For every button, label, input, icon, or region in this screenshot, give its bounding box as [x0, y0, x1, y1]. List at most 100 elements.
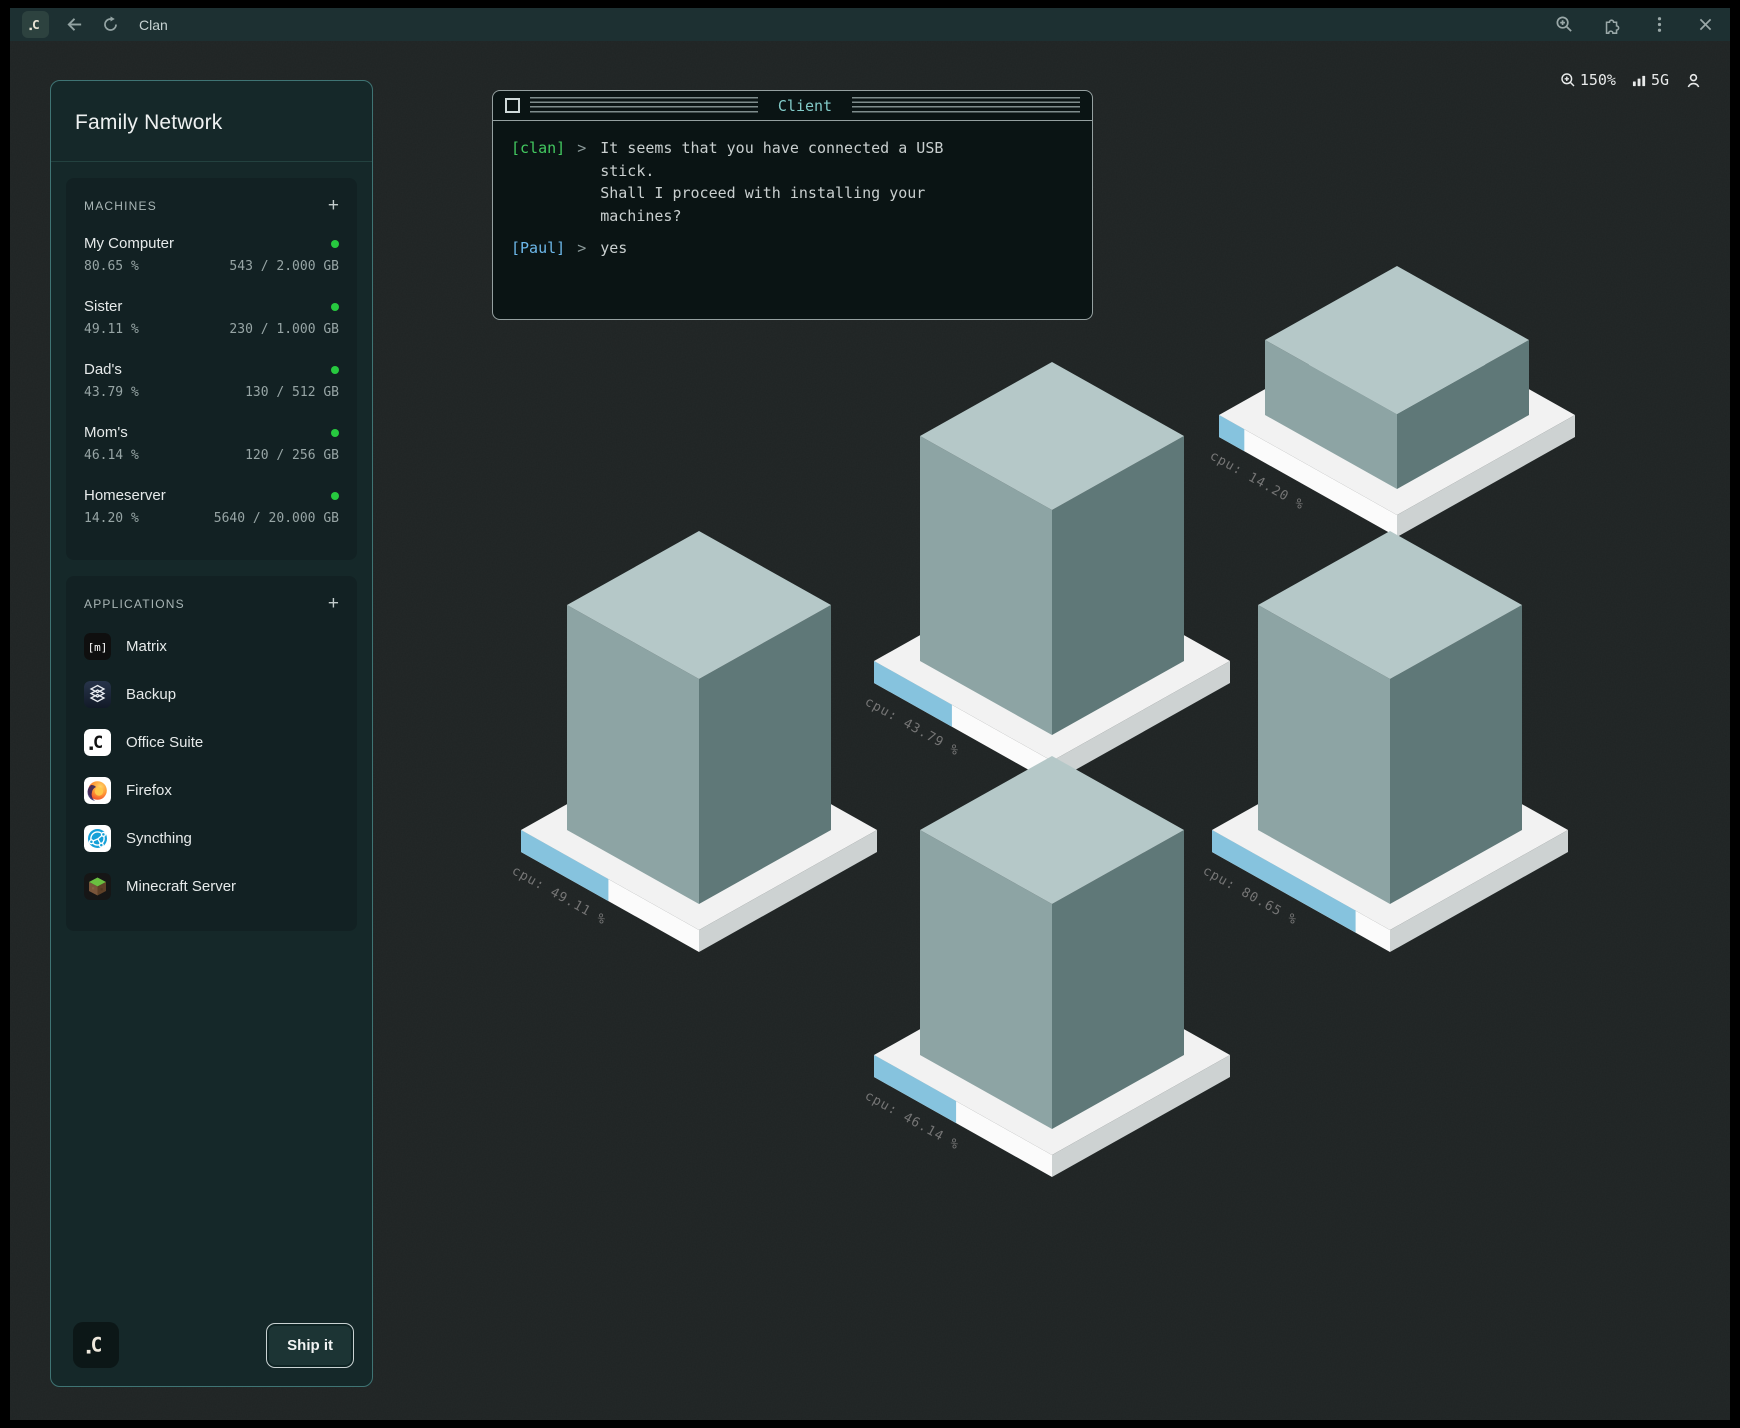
machine-storage: 543 / 2.000 GB [229, 259, 339, 274]
syncthing-icon [84, 825, 111, 852]
machine-status-dot [331, 240, 339, 248]
svg-text:C: C [91, 1334, 103, 1357]
machine-cpu-percent: 14.20 % [84, 511, 139, 526]
terminal-message: [clan] > It seems that you have connecte… [511, 137, 1074, 227]
application-name: Syncthing [126, 830, 192, 847]
application-matrix[interactable]: [m] Matrix [84, 633, 339, 660]
applications-header: APPLICATIONS [84, 597, 185, 611]
machines-header: MACHINES [84, 199, 157, 213]
browser-window: C Clan [10, 8, 1730, 1420]
application-minecraft-server[interactable]: Minecraft Server [84, 873, 339, 900]
application-name: Matrix [126, 638, 167, 655]
machine-cube-my-computer[interactable]: cpu: 80.65 % [1210, 521, 1570, 981]
person-icon [1685, 72, 1702, 89]
family-network-panel: Family Network MACHINES + My Computer 80… [50, 80, 373, 1387]
app-canvas: 150% 5G cpu: 14.20 %cpu: 43.79 %cpu: 49.… [10, 41, 1730, 1420]
titlebar-lines-left [530, 97, 758, 114]
application-name: Office Suite [126, 734, 203, 751]
machine-cpu-percent: 43.79 % [84, 385, 139, 400]
machine-storage: 230 / 1.000 GB [229, 322, 339, 337]
machine-cpu-percent: 46.14 % [84, 448, 139, 463]
firefox-icon [84, 777, 111, 804]
menu-kebab-icon[interactable] [1650, 15, 1669, 34]
syncthing-icon [84, 825, 111, 852]
zoom-in-icon[interactable] [1555, 15, 1574, 34]
application-name: Backup [126, 686, 176, 703]
office-suite-icon: C [84, 729, 111, 756]
matrix-icon: [m] [84, 633, 111, 660]
terminal-title: Client [768, 97, 842, 115]
application-name: Minecraft Server [126, 878, 236, 895]
machine-list-item-moms[interactable]: Mom's 46.14 % 120 / 256 GB [84, 424, 339, 463]
clan-logo-button[interactable]: C [22, 11, 49, 38]
message-text: It seems that you have connected a USBst… [600, 137, 943, 227]
application-syncthing[interactable]: Syncthing [84, 825, 339, 852]
terminal-checkbox-icon[interactable] [505, 98, 520, 113]
machine-storage: 5640 / 20.000 GB [214, 511, 339, 526]
machine-name: Sister [84, 298, 122, 315]
minecraft-icon [84, 873, 111, 900]
add-application-button[interactable]: + [328, 594, 339, 613]
backup-icon [84, 681, 111, 708]
machine-cpu-percent: 80.65 % [84, 259, 139, 274]
machine-status-dot [331, 303, 339, 311]
titlebar-lines-right [852, 97, 1080, 114]
extensions-puzzle-icon[interactable] [1602, 15, 1622, 35]
terminal-message: [Paul] > yes [511, 237, 1074, 260]
machines-card: MACHINES + My Computer 80.65 % 543 / 2.0… [66, 178, 357, 560]
client-terminal-window: Client [clan] > It seems that you have c… [492, 90, 1093, 320]
machine-cpu-percent: 49.11 % [84, 322, 139, 337]
machine-cube-moms[interactable]: cpu: 46.14 % [872, 746, 1232, 1206]
ship-it-button[interactable]: Ship it [266, 1323, 354, 1368]
application-name: Firefox [126, 782, 172, 799]
machine-cube-homeserver[interactable]: cpu: 14.20 % [1217, 256, 1577, 566]
machine-status-dot [331, 492, 339, 500]
machine-name: Dad's [84, 361, 122, 378]
panel-title: Family Network [51, 81, 372, 161]
minecraft-icon [84, 873, 111, 900]
message-prompt: > [565, 137, 600, 227]
machine-name: Mom's [84, 424, 128, 441]
svg-text:C: C [93, 733, 103, 753]
backup-icon [84, 681, 111, 708]
application-office-suite[interactable]: C Office Suite [84, 729, 339, 756]
signal-bars-icon [1632, 73, 1647, 88]
office-suite-icon: C [84, 729, 111, 756]
status-hud: 150% 5G [1560, 71, 1702, 89]
svg-text:[m]: [m] [88, 641, 108, 654]
zoom-level: 150% [1580, 71, 1616, 89]
machine-list: My Computer 80.65 % 543 / 2.000 GB Siste… [84, 235, 339, 526]
machine-storage: 120 / 256 GB [245, 448, 339, 463]
machine-storage: 130 / 512 GB [245, 385, 339, 400]
machine-status-dot [331, 429, 339, 437]
application-firefox[interactable]: Firefox [84, 777, 339, 804]
machine-list-item-sister[interactable]: Sister 49.11 % 230 / 1.000 GB [84, 298, 339, 337]
add-machine-button[interactable]: + [328, 196, 339, 215]
machine-name: Homeserver [84, 487, 166, 504]
machine-list-item-homeserver[interactable]: Homeserver 14.20 % 5640 / 20.000 GB [84, 487, 339, 526]
message-prompt: > [565, 237, 600, 260]
svg-text:C: C [32, 18, 40, 33]
machine-cube-dads[interactable]: cpu: 43.79 % [872, 352, 1232, 812]
application-backup[interactable]: Backup [84, 681, 339, 708]
user-indicator[interactable] [1685, 72, 1702, 89]
machine-cube-sister[interactable]: cpu: 49.11 % [519, 521, 879, 981]
machine-status-dot [331, 366, 339, 374]
terminal-titlebar[interactable]: Client [493, 91, 1092, 121]
message-speaker: [Paul] [511, 237, 565, 260]
machine-name: My Computer [84, 235, 174, 252]
application-list: [m] Matrix Backup C Office Suite Firefox… [84, 633, 339, 900]
machine-list-item-dads[interactable]: Dad's 43.79 % 130 / 512 GB [84, 361, 339, 400]
refresh-icon[interactable] [102, 16, 119, 33]
terminal-body: [clan] > It seems that you have connecte… [493, 121, 1092, 286]
back-icon[interactable] [65, 15, 84, 34]
firefox-icon [84, 777, 111, 804]
clan-logo-icon: C [83, 1332, 109, 1358]
network-status: 5G [1632, 71, 1669, 89]
zoom-indicator[interactable]: 150% [1560, 71, 1616, 89]
close-icon[interactable] [1697, 16, 1714, 33]
magnifier-plus-icon [1560, 72, 1576, 88]
machine-list-item-my-computer[interactable]: My Computer 80.65 % 543 / 2.000 GB [84, 235, 339, 274]
network-label: 5G [1651, 71, 1669, 89]
browser-topbar: C Clan [10, 8, 1730, 41]
